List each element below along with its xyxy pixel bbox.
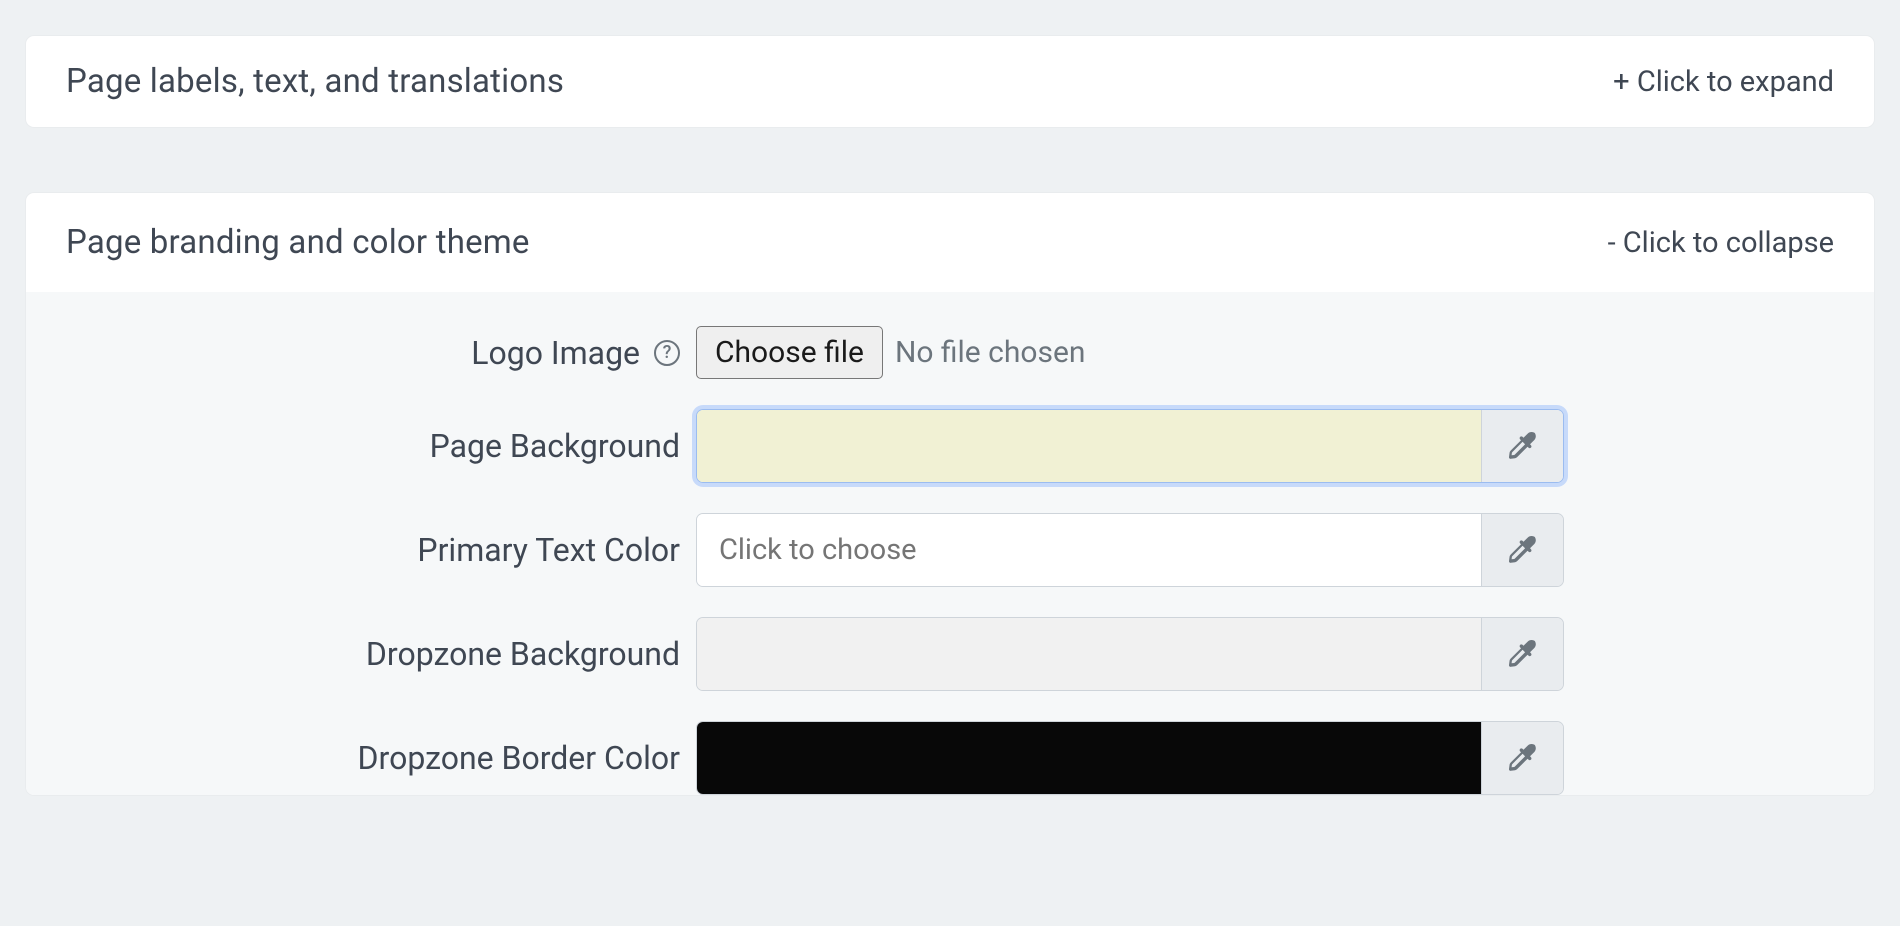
- eyedropper-icon: [1509, 536, 1537, 564]
- panel-page-labels: Page labels, text, and translations + Cl…: [26, 36, 1874, 127]
- expand-toggle[interactable]: + Click to expand: [1613, 65, 1834, 99]
- eyedropper-icon: [1509, 640, 1537, 668]
- row-primary-text-color: Primary Text Color: [26, 513, 1874, 587]
- eyedropper-button-primary[interactable]: [1481, 514, 1563, 586]
- label-dropzone-border: Dropzone Border Color: [26, 739, 696, 777]
- choose-file-button[interactable]: Choose file: [696, 326, 883, 379]
- eyedropper-button-dropzone-bg[interactable]: [1481, 618, 1563, 690]
- row-page-background: Page Background: [26, 409, 1874, 483]
- color-field-primary-text: [696, 513, 1564, 587]
- color-input-dropzone-border[interactable]: [697, 722, 1481, 794]
- label-text-dropzone-border: Dropzone Border Color: [358, 739, 680, 777]
- eyedropper-button-dropzone-border[interactable]: [1481, 722, 1563, 794]
- file-status: No file chosen: [883, 335, 1086, 370]
- label-primary-text-color: Primary Text Color: [26, 531, 696, 569]
- row-dropzone-border: Dropzone Border Color: [26, 721, 1874, 795]
- row-dropzone-background: Dropzone Background: [26, 617, 1874, 691]
- help-icon[interactable]: ?: [654, 340, 680, 366]
- panel-body-branding: Logo Image ? Choose file No file chosen …: [26, 292, 1874, 795]
- collapse-toggle[interactable]: - Click to collapse: [1608, 226, 1834, 260]
- color-field-dropzone-bg: [696, 617, 1564, 691]
- control-primary-text: [696, 513, 1564, 587]
- row-logo-image: Logo Image ? Choose file No file chosen: [26, 326, 1874, 379]
- panel-header-branding[interactable]: Page branding and color theme - Click to…: [26, 193, 1874, 292]
- color-field-dropzone-border: [696, 721, 1564, 795]
- panel-branding: Page branding and color theme - Click to…: [26, 193, 1874, 795]
- file-input-area: Choose file No file chosen: [696, 326, 1085, 379]
- control-dropzone-border: [696, 721, 1564, 795]
- label-text-logo: Logo Image: [471, 334, 640, 372]
- panel-title-branding: Page branding and color theme: [66, 223, 530, 262]
- label-text-primary: Primary Text Color: [417, 531, 680, 569]
- eyedropper-icon: [1509, 744, 1537, 772]
- eyedropper-button-page-bg[interactable]: [1481, 410, 1563, 482]
- label-dropzone-background: Dropzone Background: [26, 635, 696, 673]
- eyedropper-icon: [1509, 432, 1537, 460]
- color-input-primary-text[interactable]: [697, 514, 1481, 586]
- panel-header-labels[interactable]: Page labels, text, and translations + Cl…: [26, 36, 1874, 127]
- label-logo-image: Logo Image ?: [26, 334, 696, 372]
- panel-title-labels: Page labels, text, and translations: [66, 62, 564, 101]
- control-dropzone-bg: [696, 617, 1564, 691]
- label-page-background: Page Background: [26, 427, 696, 465]
- color-field-page-background: [696, 409, 1564, 483]
- control-page-background: [696, 409, 1564, 483]
- label-text-dropzone-bg: Dropzone Background: [366, 635, 680, 673]
- color-input-dropzone-bg[interactable]: [697, 618, 1481, 690]
- label-text-page-bg: Page Background: [430, 427, 680, 465]
- color-input-page-background[interactable]: [697, 410, 1481, 482]
